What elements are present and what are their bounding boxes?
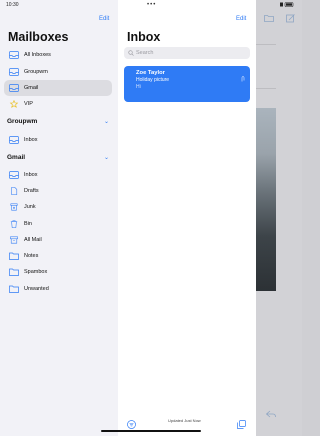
mailbox-label: Inbox <box>24 137 38 143</box>
tray-icon <box>9 171 19 179</box>
battery-icon <box>280 2 294 7</box>
divider <box>256 44 276 45</box>
archive-icon <box>9 236 19 244</box>
list-edit-button[interactable]: Edit <box>236 16 246 22</box>
message-row[interactable]: Zoe Taylor Holiday picture Hi <box>124 66 250 102</box>
folder-icon <box>9 252 19 260</box>
tray-stack-icon <box>9 51 19 59</box>
folder-icon[interactable] <box>264 14 274 25</box>
mailbox-label: Unwanted <box>24 286 49 292</box>
section-header-gmail[interactable]: Gmail <box>7 154 25 161</box>
chevron-down-icon[interactable]: ⌄ <box>104 154 109 161</box>
message-preview: Hi <box>136 83 141 90</box>
mailbox-bin[interactable]: Bin <box>4 216 112 232</box>
mailbox-label: Bin <box>24 221 32 227</box>
junk-bin-icon <box>9 203 19 211</box>
tray-icon <box>9 84 19 92</box>
update-status: Updated Just Now <box>168 418 201 423</box>
message-viewer-background <box>256 0 302 436</box>
mailbox-groupwm[interactable]: Groupwm <box>4 64 112 80</box>
mailbox-label: Drafts <box>24 188 39 194</box>
reply-icon[interactable] <box>265 410 276 421</box>
mailbox-spambox[interactable]: Spambox <box>4 264 112 280</box>
sidebar-edit-button[interactable]: Edit <box>99 16 109 22</box>
message-sender: Zoe Taylor <box>136 70 165 76</box>
mailbox-label: Gmail <box>24 85 39 91</box>
home-indicator[interactable] <box>101 430 201 432</box>
mailbox-label: Groupwm <box>24 69 48 75</box>
mailbox-unwanted[interactable]: Unwanted <box>4 281 112 297</box>
sidebar-title: Mailboxes <box>8 30 69 44</box>
mailbox-notes[interactable]: Notes <box>4 248 112 264</box>
star-icon <box>9 100 19 108</box>
message-subject: Holiday picture <box>136 77 170 83</box>
folder-icon <box>9 285 19 293</box>
mailbox-junk[interactable]: Junk <box>4 199 112 215</box>
status-time: 10:30 <box>6 2 19 8</box>
mailbox-all-mail[interactable]: All Mail <box>4 232 112 248</box>
tray-icon <box>9 136 19 144</box>
attachment-icon <box>241 76 245 84</box>
mailbox-label: Inbox <box>24 172 38 178</box>
mailbox-all-inboxes[interactable]: All Inboxes <box>4 47 112 63</box>
mailbox-groupwm-inbox[interactable]: Inbox <box>4 132 112 148</box>
mailbox-gmail-inbox[interactable]: Inbox <box>4 167 112 183</box>
stacked-windows-icon[interactable] <box>237 416 246 434</box>
mailbox-label: All Inboxes <box>24 52 51 58</box>
search-input[interactable]: Search <box>124 47 250 59</box>
mailbox-label: Notes <box>24 253 39 259</box>
list-title: Inbox <box>127 30 161 44</box>
mailbox-vip[interactable]: VIP <box>4 96 112 112</box>
trash-icon <box>9 220 19 228</box>
divider <box>256 88 276 89</box>
folder-icon <box>9 268 19 276</box>
message-photo <box>256 108 276 291</box>
compose-icon[interactable] <box>286 14 295 26</box>
mailbox-drafts[interactable]: Drafts <box>4 183 112 199</box>
mailbox-gmail[interactable]: Gmail <box>4 80 112 96</box>
search-icon <box>128 50 134 56</box>
chevron-down-icon[interactable]: ⌄ <box>104 118 109 125</box>
multitasking-dots[interactable]: ••• <box>147 2 156 8</box>
mailbox-label: All Mail <box>24 237 42 243</box>
mailbox-label: Junk <box>24 204 36 210</box>
mailbox-label: Spambox <box>24 269 48 275</box>
section-header-groupwm[interactable]: Groupwm <box>7 118 37 125</box>
mailbox-label: VIP <box>24 101 33 107</box>
document-icon <box>9 187 19 195</box>
tray-icon <box>9 68 19 76</box>
search-placeholder: Search <box>136 50 154 56</box>
